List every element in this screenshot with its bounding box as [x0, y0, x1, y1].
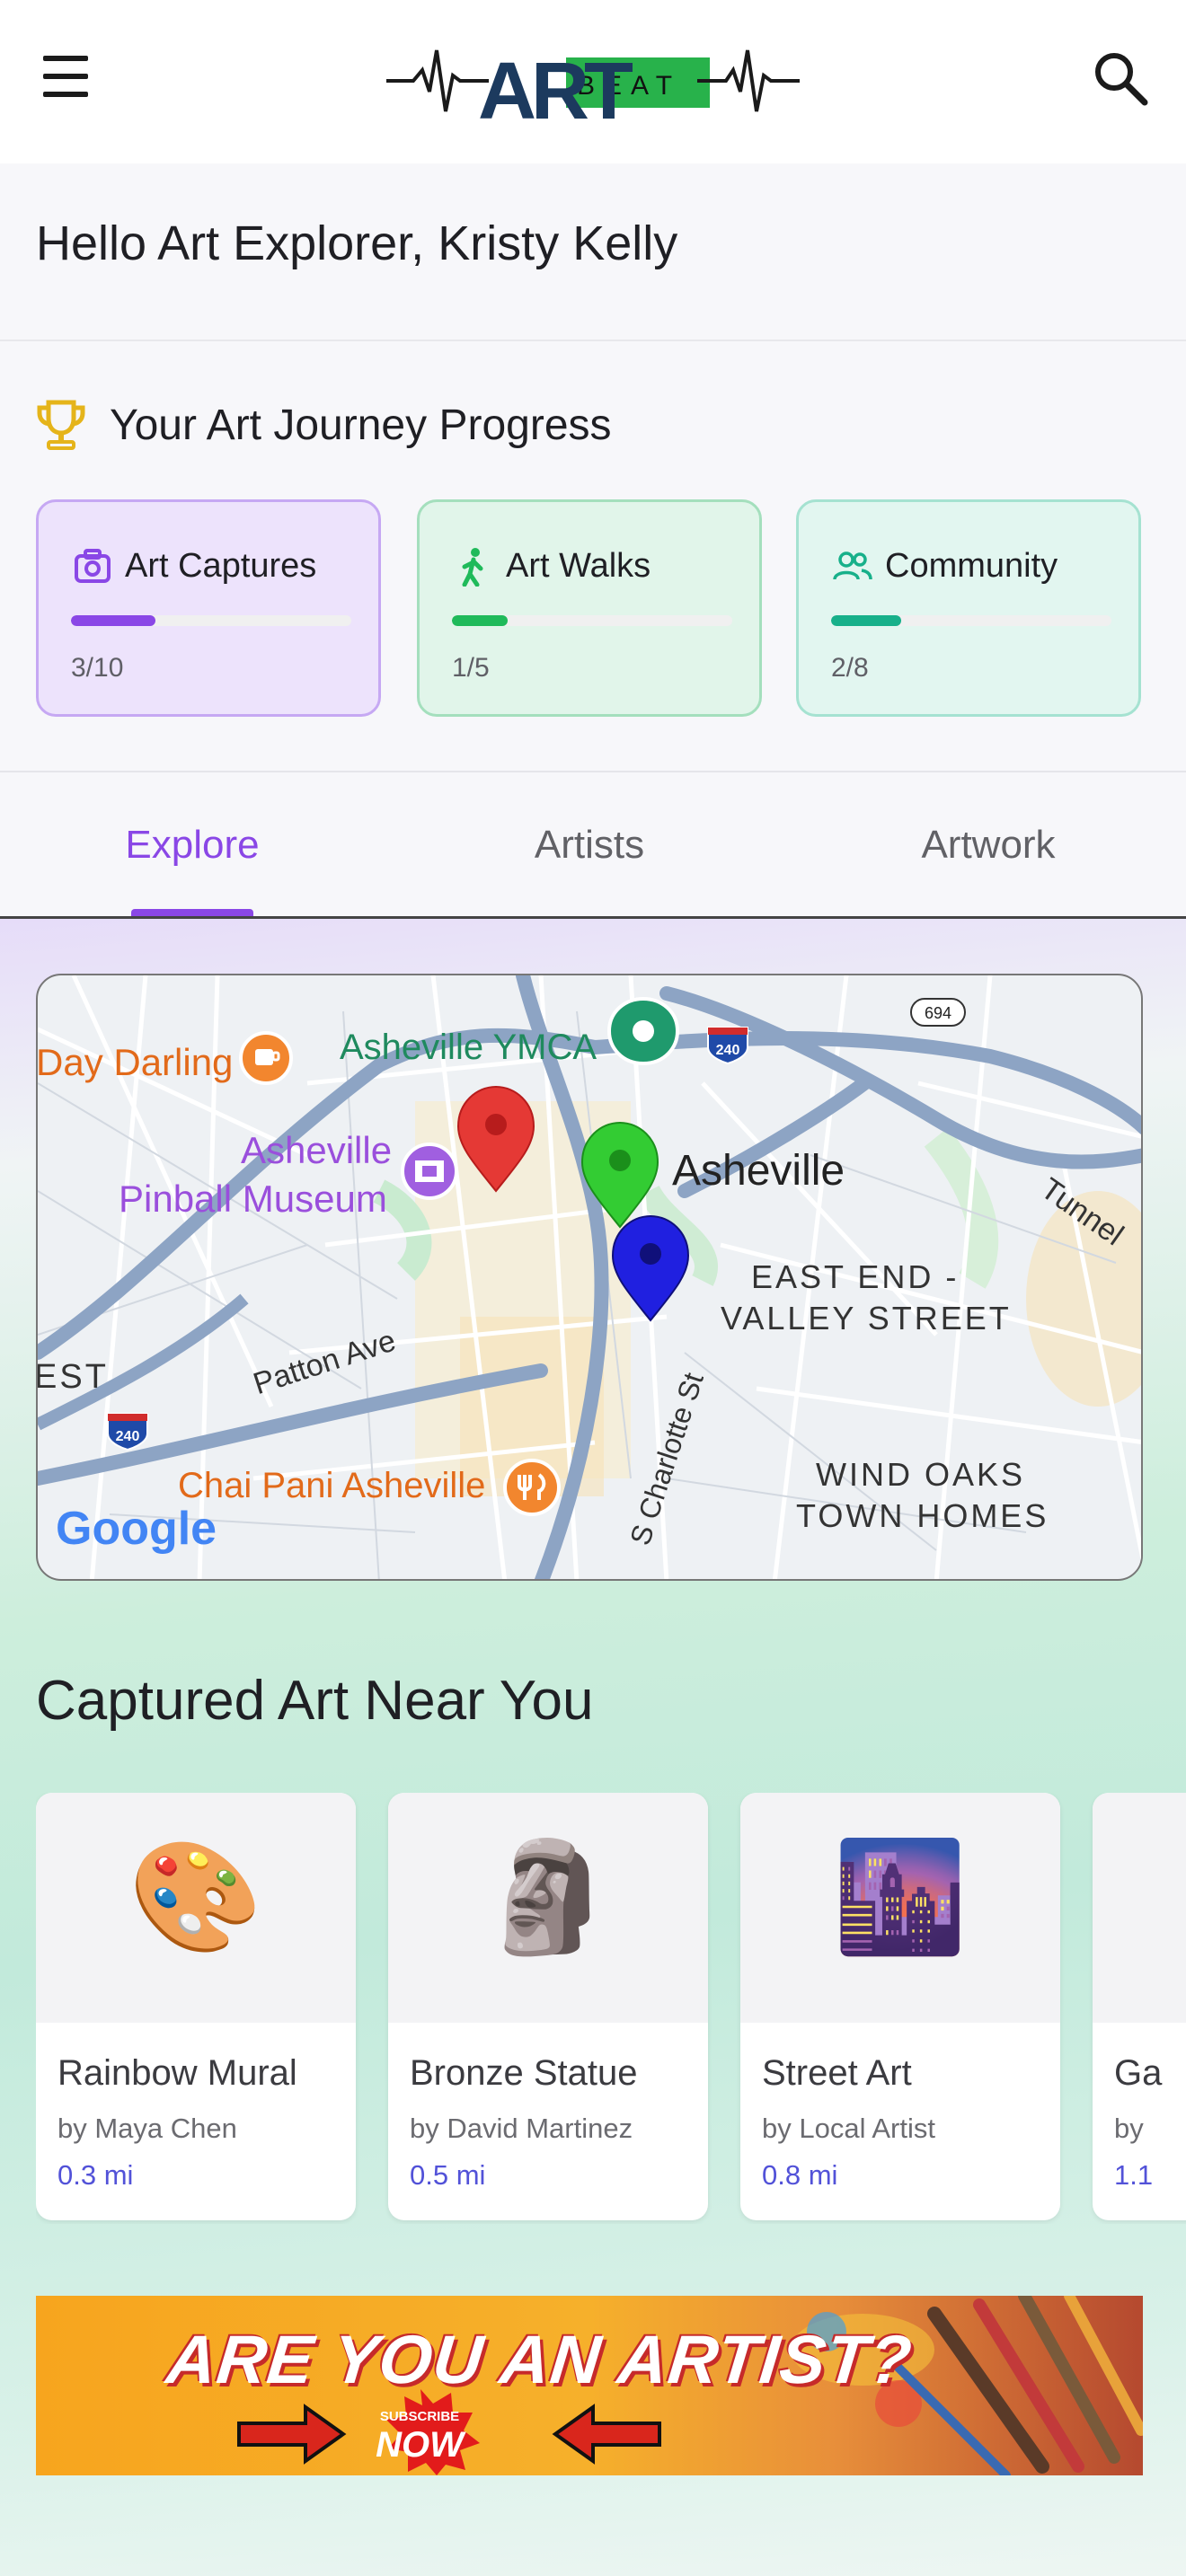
logo-art-text: ART: [478, 47, 633, 126]
camera-icon: [75, 549, 111, 583]
progress-card-community[interactable]: Community 2/8: [796, 499, 1141, 717]
captured-art-carousel[interactable]: 🎨 Rainbow Mural by Maya Chen 0.3 mi 🗿 Br…: [36, 1793, 1186, 2224]
card-count: 2/8: [831, 653, 869, 683]
art-card-rainbow-mural[interactable]: 🎨 Rainbow Mural by Maya Chen 0.3 mi: [36, 1793, 356, 2220]
art-distance: 1.1: [1114, 2159, 1154, 2191]
art-title: Street Art: [762, 2053, 912, 2093]
art-distance: 0.8 mi: [762, 2159, 838, 2191]
map-label-pinball-museum-line2: Pinball Museum: [119, 1178, 387, 1220]
art-artist: by David Martinez: [410, 2113, 633, 2144]
art-title: Ga: [1114, 2053, 1163, 2093]
card-label: Community: [885, 547, 1058, 585]
hamburger-menu-icon-line: [43, 92, 88, 97]
map-label-east-end-line2: VALLEY STREET: [721, 1300, 1012, 1337]
banner-now-text: NOW: [376, 2425, 464, 2465]
statue-icon: 🗿: [481, 1837, 615, 1957]
art-thumbnail: [1093, 1793, 1186, 2023]
art-artist: by: [1114, 2113, 1144, 2144]
progress-bar: [831, 615, 1111, 626]
art-distance: 0.5 mi: [410, 2159, 486, 2191]
banner-headline: ARE YOU AN ARTIST?: [163, 2322, 916, 2398]
card-count: 1/5: [452, 653, 490, 683]
banner-subscribe-text: SUBSCRIBE: [379, 2409, 460, 2424]
map-label-wind-oaks-line1: WIND OAKS: [816, 1456, 1026, 1493]
svg-text:240: 240: [116, 1429, 140, 1444]
progress-bar: [71, 615, 351, 626]
art-map[interactable]: 240 240 694 Day Darling Asheville YMCA A…: [36, 974, 1143, 1581]
hamburger-menu-icon: [43, 56, 88, 61]
art-card-bronze-statue[interactable]: 🗿 Bronze Statue by David Martinez 0.5 mi: [388, 1793, 708, 2220]
map-label-est: EST: [36, 1358, 109, 1396]
progress-bar-fill: [71, 615, 155, 626]
card-label: Art Captures: [125, 547, 317, 585]
red-arrow-right-icon: [237, 2404, 347, 2465]
ymca-poi-icon[interactable]: [606, 996, 680, 1066]
art-title: Bronze Statue: [410, 2053, 638, 2093]
progress-card-art-captures[interactable]: Art Captures 3/10: [36, 499, 381, 717]
art-distance: 0.3 mi: [58, 2159, 134, 2191]
active-tab-indicator: [131, 909, 253, 916]
red-arrow-left-icon: [552, 2404, 661, 2465]
tab-artwork[interactable]: Artwork: [882, 823, 1094, 868]
people-icon: [833, 551, 872, 580]
interstate-240-shield-2: 240: [107, 1413, 148, 1451]
map-label-ymca: Asheville YMCA: [340, 1028, 597, 1067]
restaurant-poi-icon[interactable]: [503, 1459, 561, 1516]
svg-text:240: 240: [716, 1043, 740, 1058]
art-thumbnail: 🎨: [36, 1793, 356, 2023]
artbeat-logo[interactable]: BEAT ART: [377, 36, 809, 126]
art-card-partial[interactable]: Ga by 1.1: [1093, 1793, 1186, 2220]
art-artist: by Local Artist: [762, 2113, 935, 2144]
card-label: Art Walks: [506, 547, 651, 585]
search-icon[interactable]: [1089, 47, 1154, 111]
tab-artists[interactable]: Artists: [483, 823, 695, 868]
map-label-east-end-line1: EAST END -: [751, 1258, 960, 1295]
interstate-240-shield: 240: [707, 1027, 748, 1065]
palette-icon: 🎨: [128, 1837, 263, 1957]
map-label-chai-pani: Chai Pani Asheville: [178, 1466, 486, 1505]
art-thumbnail: 🌆: [740, 1793, 1060, 2023]
progress-title: Your Art Journey Progress: [110, 401, 612, 449]
heartbeat-left-icon: [386, 49, 489, 112]
menu-button[interactable]: [40, 54, 97, 101]
map-label-wind-oaks-line2: TOWN HOMES: [796, 1497, 1049, 1534]
route-694-shield: 694: [910, 998, 966, 1027]
progress-bar-fill: [831, 615, 901, 626]
map-label-pinball-museum-line1: Asheville: [241, 1129, 393, 1171]
map-label-city: Asheville: [672, 1147, 845, 1195]
cityscape-icon: 🌆: [833, 1837, 968, 1957]
progress-bar-fill: [452, 615, 509, 626]
trophy-icon: [37, 400, 85, 450]
art-title: Rainbow Mural: [58, 2053, 297, 2093]
progress-bar: [452, 615, 732, 626]
art-card-street-art[interactable]: 🌆 Street Art by Local Artist 0.8 mi: [740, 1793, 1060, 2220]
art-thumbnail: 🗿: [388, 1793, 708, 2023]
tab-explore[interactable]: Explore: [90, 823, 295, 868]
artist-subscribe-banner[interactable]: ARE YOU AN ARTIST? SUBSCRIBE NOW: [36, 2296, 1143, 2475]
map-label-day-darling: Day Darling: [36, 1041, 234, 1083]
card-count: 3/10: [71, 653, 124, 683]
captured-art-title: Captured Art Near You: [36, 1670, 594, 1732]
cafe-poi-icon[interactable]: [239, 1031, 293, 1085]
tab-bar: Explore Artists Artwork: [0, 772, 1186, 919]
progress-card-art-walks[interactable]: Art Walks 1/5: [417, 499, 762, 717]
museum-poi-icon[interactable]: [401, 1142, 458, 1200]
greeting-text: Hello Art Explorer, Kristy Kelly: [36, 216, 678, 270]
walking-person-icon: [462, 548, 483, 587]
heartbeat-right-icon: [697, 49, 800, 112]
svg-text:694: 694: [925, 1004, 951, 1022]
top-app-bar: BEAT ART: [0, 0, 1186, 163]
hamburger-menu-icon-line: [43, 74, 88, 79]
google-logo: Google: [56, 1503, 217, 1555]
art-artist: by Maya Chen: [58, 2113, 237, 2144]
